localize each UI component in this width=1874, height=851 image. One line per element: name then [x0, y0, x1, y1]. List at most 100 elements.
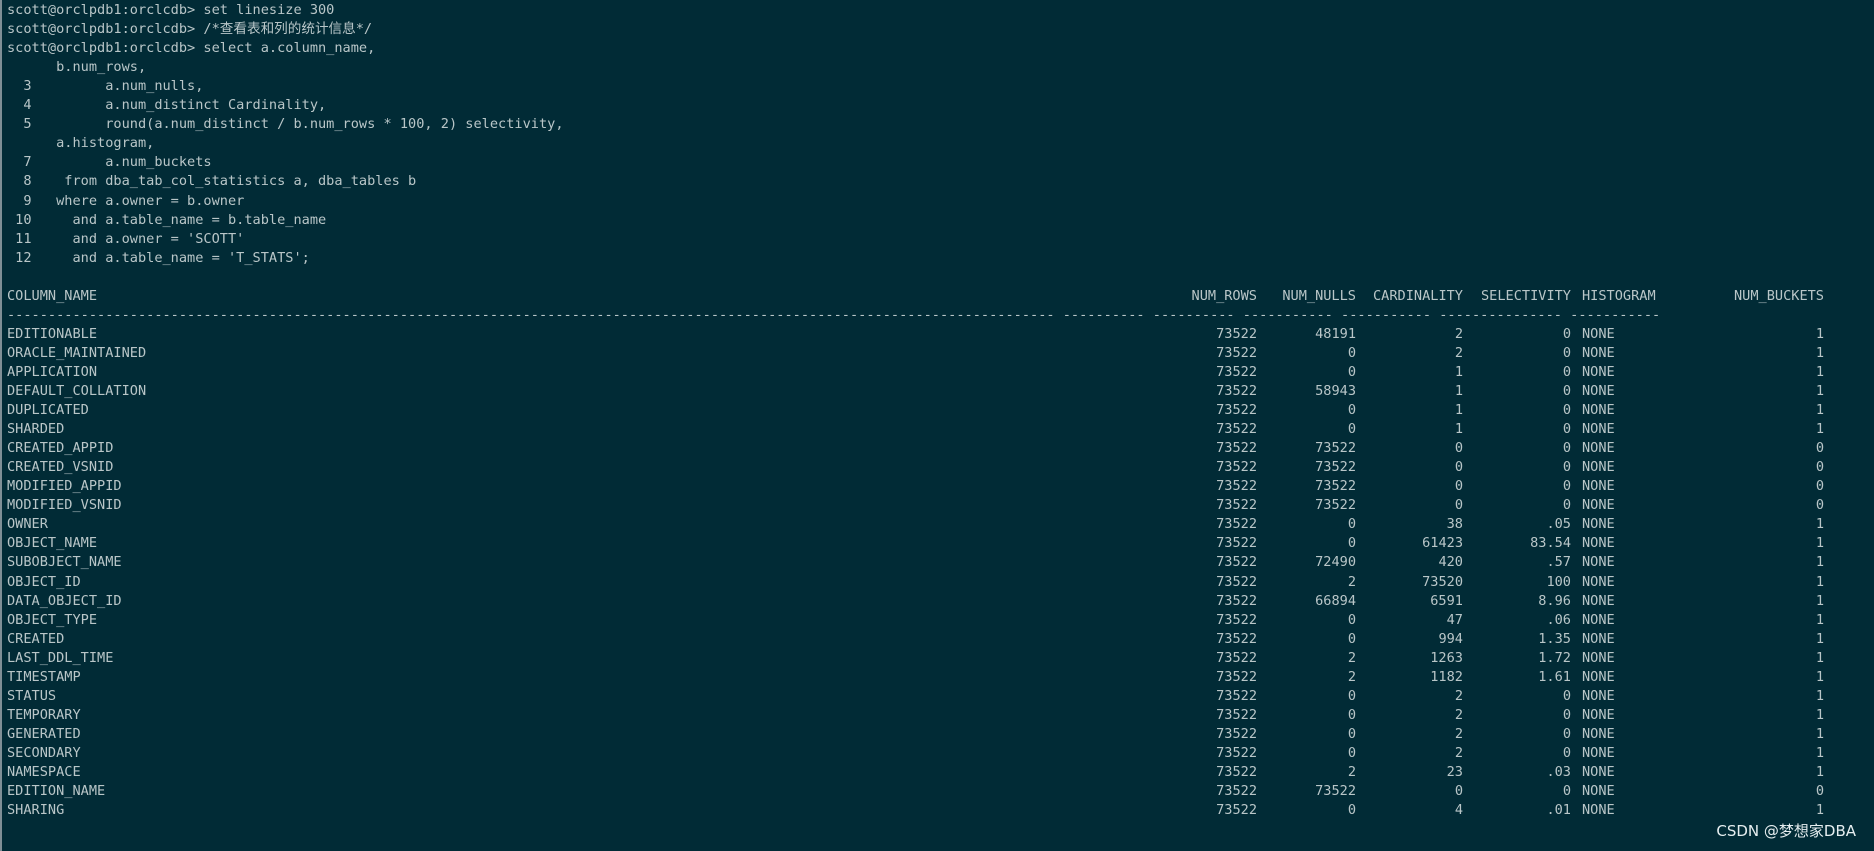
terminal-window[interactable]: scott@orclpdb1:orclcdb> set linesize 300…: [0, 0, 1874, 851]
table-cell: 6591: [1430, 592, 1463, 609]
csdn-watermark: CSDN @梦想家DBA: [1716, 822, 1856, 840]
table-cell: 0: [1347, 421, 1356, 438]
table-cell: 73522: [1216, 459, 1257, 476]
table-cell: 58943: [1315, 383, 1356, 399]
table-cell: 73522: [1315, 459, 1356, 476]
sql-line: b.num_rows,: [7, 59, 147, 76]
table-cell: 0: [1562, 344, 1571, 361]
table-cell: NONE: [1582, 630, 1615, 647]
table-cell: 0: [1562, 459, 1571, 476]
table-cell: TEMPORARY: [7, 706, 81, 723]
table-cell: 420: [1438, 554, 1463, 571]
table-cell: 1: [1815, 402, 1824, 419]
table-cell: 1.35: [1538, 630, 1571, 647]
table-cell: NONE: [1582, 363, 1615, 380]
table-cell: 1.61: [1538, 668, 1571, 685]
table-cell: 73522: [1216, 421, 1257, 438]
table-cell: 73522: [1216, 344, 1257, 361]
table-cell: 1: [1815, 535, 1824, 552]
table-cell: 0: [1454, 440, 1463, 457]
table-cell: 4: [1454, 802, 1463, 819]
table-cell: 2: [1454, 344, 1463, 361]
table-cell: TIMESTAMP: [7, 668, 81, 685]
column-header: NUM_ROWS: [1191, 287, 1257, 304]
table-cell: .05: [1546, 516, 1571, 533]
table-cell: NONE: [1582, 497, 1615, 514]
table-cell: 0: [1454, 459, 1463, 476]
table-cell: .03: [1546, 764, 1571, 780]
table-cell: 0: [1815, 478, 1824, 495]
table-cell: 73522: [1216, 706, 1257, 723]
table-cell: 72490: [1315, 554, 1356, 571]
table-cell: 1182: [1430, 668, 1463, 685]
table-cell: NONE: [1582, 554, 1615, 571]
table-cell: 1: [1815, 516, 1824, 533]
column-header: SELECTIVITY: [1480, 287, 1571, 304]
table-cell: 2: [1454, 744, 1463, 761]
table-cell: 0: [1347, 516, 1356, 533]
table-cell: 0: [1562, 363, 1571, 380]
table-cell: .06: [1546, 611, 1571, 628]
table-cell: SHARDED: [7, 421, 65, 438]
table-cell: 2: [1347, 668, 1356, 685]
table-cell: OWNER: [7, 516, 48, 533]
table-cell: 73522: [1216, 497, 1257, 514]
sql-line: 12 and a.table_name = 'T_STATS';: [7, 249, 310, 266]
table-cell: 2: [1347, 573, 1356, 590]
table-cell: NONE: [1582, 725, 1615, 742]
table-cell: 1: [1815, 687, 1824, 704]
table-cell: 1.72: [1538, 649, 1571, 666]
table-cell: .57: [1546, 554, 1571, 571]
table-cell: 0: [1347, 344, 1356, 361]
table-cell: 66894: [1315, 592, 1356, 609]
table-cell: NONE: [1582, 802, 1615, 819]
table-cell: 1: [1815, 363, 1824, 380]
table-cell: 23: [1446, 764, 1463, 780]
table-cell: 0: [1562, 325, 1571, 342]
table-cell: NONE: [1582, 325, 1615, 342]
table-cell: 73522: [1216, 592, 1257, 609]
table-cell: 48191: [1315, 325, 1356, 342]
table-cell: APPLICATION: [7, 363, 98, 380]
table-cell: 0: [1347, 363, 1356, 380]
table-cell: 2: [1454, 706, 1463, 723]
prompt-line: scott@orclpdb1:orclcdb> set linesize 300: [7, 2, 335, 18]
table-cell: NONE: [1582, 706, 1615, 723]
table-cell: OBJECT_TYPE: [7, 611, 98, 628]
table-cell: NONE: [1582, 459, 1615, 476]
table-cell: 38: [1446, 516, 1463, 533]
table-cell: 73522: [1216, 516, 1257, 533]
table-cell: 73520: [1422, 573, 1463, 590]
table-cell: 73522: [1216, 802, 1257, 819]
table-cell: STATUS: [7, 687, 57, 704]
table-cell: 8.96: [1538, 592, 1571, 609]
table-cell: 2: [1454, 725, 1463, 742]
table-cell: CREATED: [7, 630, 65, 647]
table-cell: 0: [1347, 611, 1356, 628]
table-cell: NONE: [1582, 440, 1615, 457]
column-header: COLUMN_NAME: [7, 287, 98, 304]
table-cell: 100: [1546, 573, 1571, 590]
table-cell: 0: [1815, 440, 1824, 457]
table-cell: MODIFIED_VSNID: [7, 497, 122, 514]
table-cell: 0: [1347, 744, 1356, 761]
table-cell: 73522: [1216, 440, 1257, 457]
table-cell: .01: [1546, 802, 1571, 819]
table-cell: 0: [1562, 497, 1571, 514]
table-cell: 1: [1815, 325, 1824, 342]
table-cell: 0: [1562, 421, 1571, 438]
table-cell: 1263: [1430, 649, 1463, 666]
column-header: NUM_BUCKETS: [1733, 287, 1824, 304]
table-cell: DUPLICATED: [7, 402, 89, 419]
table-cell: SECONDARY: [7, 744, 81, 761]
table-cell: 73522: [1315, 497, 1356, 514]
table-cell: 1: [1454, 421, 1463, 438]
table-cell: 1: [1454, 402, 1463, 419]
table-cell: 73522: [1216, 687, 1257, 704]
table-cell: CREATED_APPID: [7, 440, 114, 457]
table-cell: NONE: [1582, 478, 1615, 495]
table-cell: SHARING: [7, 802, 65, 819]
table-cell: 73522: [1216, 764, 1257, 780]
table-cell: 73522: [1315, 783, 1356, 800]
table-cell: 73522: [1216, 668, 1257, 685]
